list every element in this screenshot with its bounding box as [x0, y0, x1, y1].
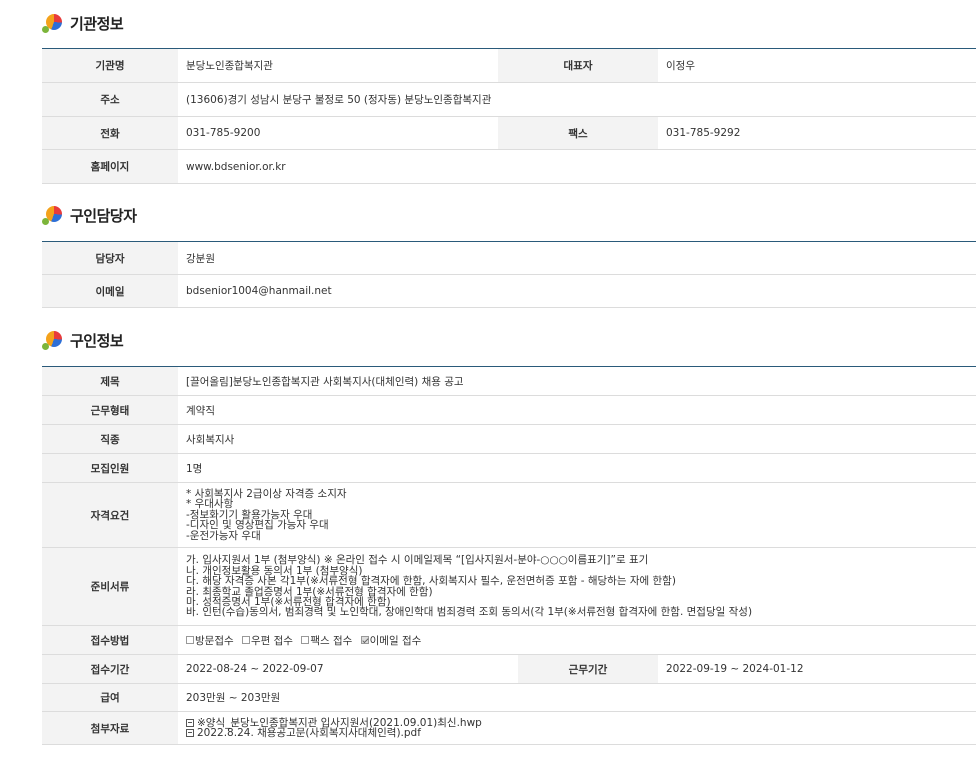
work-type-value: 계약직 [178, 395, 976, 425]
section-title-org: 기관정보 [42, 12, 124, 34]
file-icon [186, 729, 194, 737]
headcount-value: 1명 [178, 453, 976, 483]
manager-value: 강분원 [178, 241, 976, 275]
requirement-line: * 사회복지사 2급이상 자격증 소지자 [186, 487, 347, 500]
requirements-label: 자격요건 [42, 482, 178, 548]
requirements-value: * 사회복지사 2급이상 자격증 소지자 * 우대사항 -정보화기기 활용가능자… [178, 482, 976, 548]
section-title-job: 구인정보 [42, 329, 124, 351]
job-title-value: [끌어올림]분당노인종합복지관 사회복지사(대체인력) 채용 공고 [178, 366, 976, 396]
org-info-table: 기관명 분당노인종합복지관 대표자 이정우 주소 (13606)경기 성남시 분… [42, 48, 976, 184]
job-category-label: 직종 [42, 424, 178, 454]
fax-label: 팩스 [498, 116, 658, 150]
homepage-label: 홈페이지 [42, 149, 178, 184]
method-label: 접수방법 [42, 625, 178, 655]
attachments-label: 첨부자료 [42, 711, 178, 745]
documents-value: 가. 입사지원서 1부 (첨부양식) ※ 온라인 접수 시 이메일제목 “[입사… [178, 547, 976, 626]
phone-value: 031-785-9200 [178, 116, 498, 150]
apply-period-value: 2022-08-24 ~ 2022-09-07 [178, 654, 518, 684]
attachments-value: ※양식_분당노인종합복지관 입사지원서(2021.09.01)최신.hwp 20… [178, 711, 976, 745]
attachment-link-pdf[interactable]: 2022.8.24. 채용공고문(사회복지사대체인력).pdf [186, 728, 976, 738]
requirement-line: -디자인 및 영상편집 가능자 우대 [186, 519, 329, 532]
email-checkbox-checked-icon [360, 636, 369, 644]
requirement-line: -운전가능자 우대 [186, 529, 261, 542]
email-value[interactable]: bdsenior1004@hanmail.net [178, 274, 976, 308]
fax-checkbox-icon [301, 636, 310, 644]
documents-label: 준비서류 [42, 547, 178, 626]
document-line: 다. 해당 자격증 사본 각1부(※서류전형 합격자에 한함, 사회복지사 필수… [186, 575, 676, 588]
bullet-logo-icon [42, 329, 68, 351]
apply-period-label: 접수기간 [42, 654, 178, 684]
org-name-label: 기관명 [42, 48, 178, 83]
phone-label: 전화 [42, 116, 178, 150]
method-fax: 팩스 접수 [301, 633, 352, 648]
job-category-value: 사회복지사 [178, 424, 976, 454]
method-email: 이메일 접수 [360, 633, 421, 648]
job-info-table: 제목 [끌어올림]분당노인종합복지관 사회복지사(대체인력) 채용 공고 근무형… [42, 366, 976, 745]
ceo-value: 이정우 [658, 48, 976, 83]
fax-value: 031-785-9292 [658, 116, 976, 150]
section-title-org-text: 기관정보 [70, 14, 124, 33]
address-label: 주소 [42, 82, 178, 117]
visit-checkbox-icon [186, 636, 194, 644]
section-title-job-text: 구인정보 [70, 331, 124, 350]
job-title-label: 제목 [42, 366, 178, 396]
document-line: 바. 인턴(수습)동의서, 범죄경력 및 노인학대, 장애인학대 범죄경력 조회… [186, 606, 753, 619]
address-value: (13606)경기 성남시 분당구 불정로 50 (정자동) 분당노인종합복지관 [178, 82, 976, 117]
work-type-label: 근무형태 [42, 395, 178, 425]
manager-label: 담당자 [42, 241, 178, 275]
contact-info-table: 담당자 강분원 이메일 bdsenior1004@hanmail.net [42, 241, 976, 308]
file-icon [186, 718, 194, 727]
method-visit: 방문접수 [186, 633, 234, 648]
email-label: 이메일 [42, 274, 178, 308]
headcount-label: 모집인원 [42, 453, 178, 483]
work-period-value: 2022-09-19 ~ 2024-01-12 [658, 654, 976, 684]
ceo-label: 대표자 [498, 48, 658, 83]
bullet-logo-icon [42, 204, 68, 226]
bullet-logo-icon [42, 12, 68, 34]
method-value: 방문접수 우편 접수 팩스 접수 이메일 접수 [178, 625, 976, 655]
salary-value: 203만원 ~ 203만원 [178, 683, 976, 712]
section-title-contact: 구인담당자 [42, 204, 137, 226]
method-mail: 우편 접수 [241, 633, 293, 648]
homepage-link[interactable]: www.bdsenior.or.kr [178, 149, 976, 184]
org-name-value: 분당노인종합복지관 [178, 48, 498, 83]
salary-label: 급여 [42, 683, 178, 712]
mail-checkbox-icon [241, 636, 250, 644]
work-period-label: 근무기간 [518, 654, 658, 684]
section-title-contact-text: 구인담당자 [70, 206, 137, 225]
